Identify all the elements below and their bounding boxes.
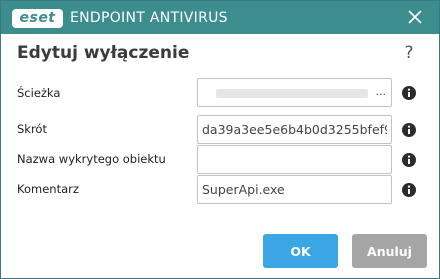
comment-field[interactable]	[197, 175, 392, 204]
title-bar: eset ENDPOINT ANTIVIRUS	[1, 1, 439, 34]
cancel-button[interactable]: Anuluj	[352, 234, 427, 268]
close-icon	[408, 10, 422, 24]
path-redacted-value	[216, 89, 368, 98]
close-button[interactable]	[407, 9, 423, 25]
hash-field[interactable]	[197, 115, 392, 144]
path-label: Ścieżka	[17, 86, 61, 100]
path-field[interactable]: ...	[197, 78, 392, 107]
comment-label: Komentarz	[17, 182, 79, 196]
detected-object-name-label: Nazwa wykrytego obiektu	[17, 152, 166, 166]
dialog-title: Edytuj wyłączenie	[17, 43, 190, 63]
path-info-icon[interactable]	[401, 85, 417, 101]
detected-object-name-input[interactable]	[198, 146, 391, 173]
brand-label: eset	[19, 10, 56, 26]
product-name: ENDPOINT ANTIVIRUS	[70, 10, 228, 26]
edit-exclusion-window: eset ENDPOINT ANTIVIRUS Edytuj wyłączeni…	[0, 0, 440, 279]
detected-object-name-field[interactable]	[197, 145, 392, 174]
hash-input[interactable]	[198, 116, 391, 143]
hash-info-icon[interactable]	[401, 122, 417, 138]
help-button[interactable]: ?	[401, 43, 417, 63]
ok-button[interactable]: OK	[263, 234, 338, 268]
hash-label: Skrót	[17, 122, 47, 136]
path-browse-button[interactable]: ...	[376, 85, 387, 98]
comment-info-icon[interactable]	[401, 182, 417, 198]
comment-input[interactable]	[198, 176, 391, 203]
eset-logo: eset	[12, 8, 63, 28]
detected-object-name-info-icon[interactable]	[401, 152, 417, 168]
